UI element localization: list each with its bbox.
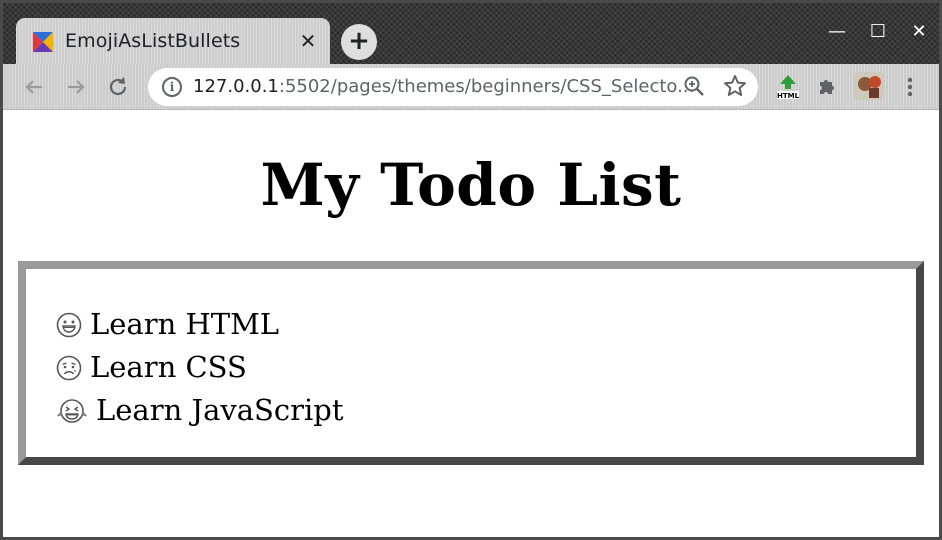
kebab-menu-icon[interactable] — [900, 74, 920, 100]
url-host: 127.0.0.1 — [193, 76, 279, 97]
list-item: Learn CSS — [56, 346, 344, 389]
info-icon[interactable]: i — [162, 77, 182, 97]
page-title: My Todo List — [260, 151, 682, 219]
todo-item-label: Learn HTML — [90, 307, 280, 341]
url-path: :5502/pages/themes/beginners/CSS_Selecto… — [278, 76, 695, 97]
todo-item-label: Learn CSS — [90, 350, 247, 384]
crying-laughing-face-icon — [56, 398, 88, 424]
new-tab-button[interactable]: + — [341, 24, 377, 60]
reload-icon[interactable] — [104, 73, 132, 101]
zoom-icon[interactable] — [683, 75, 705, 97]
address-bar[interactable]: i 127.0.0.1:5502/pages/themes/beginners/… — [148, 68, 758, 106]
puzzle-icon[interactable] — [816, 74, 840, 98]
url-text[interactable]: 127.0.0.1:5502/pages/themes/beginners/CS… — [193, 76, 694, 97]
browser-tab[interactable]: EmojiAsListBullets ✕ — [16, 18, 330, 64]
todo-item-label: Learn JavaScript — [96, 393, 344, 427]
close-window-icon[interactable]: ✕ — [904, 21, 934, 42]
page-viewport: My Todo List Learn HTML Learn CSS Learn … — [3, 111, 939, 537]
worried-face-icon — [56, 355, 82, 381]
tab-strip: EmojiAsListBullets ✕ + — ☐ ✕ — [3, 3, 939, 64]
favicon-icon — [33, 32, 53, 52]
html-extension-icon[interactable]: HTML — [775, 74, 801, 100]
grinning-face-icon — [56, 312, 82, 338]
forward-arrow-icon[interactable] — [62, 73, 90, 101]
todo-list: Learn HTML Learn CSS Learn JavaScript — [56, 303, 344, 432]
tab-title: EmojiAsListBullets — [65, 30, 241, 52]
browser-window: EmojiAsListBullets ✕ + — ☐ ✕ i 127.0.0.1… — [0, 0, 942, 540]
maximize-icon[interactable]: ☐ — [863, 21, 893, 42]
svg-text:HTML: HTML — [777, 92, 800, 100]
browser-toolbar: i 127.0.0.1:5502/pages/themes/beginners/… — [3, 64, 939, 110]
minimize-icon[interactable]: — — [822, 21, 852, 42]
todo-box: Learn HTML Learn CSS Learn JavaScript — [18, 261, 924, 465]
list-item: Learn HTML — [56, 303, 344, 346]
star-icon[interactable] — [723, 72, 747, 106]
list-item: Learn JavaScript — [56, 389, 344, 432]
avatar[interactable] — [855, 72, 883, 100]
tab-close-icon[interactable]: ✕ — [296, 29, 320, 53]
back-arrow-icon[interactable] — [20, 73, 48, 101]
